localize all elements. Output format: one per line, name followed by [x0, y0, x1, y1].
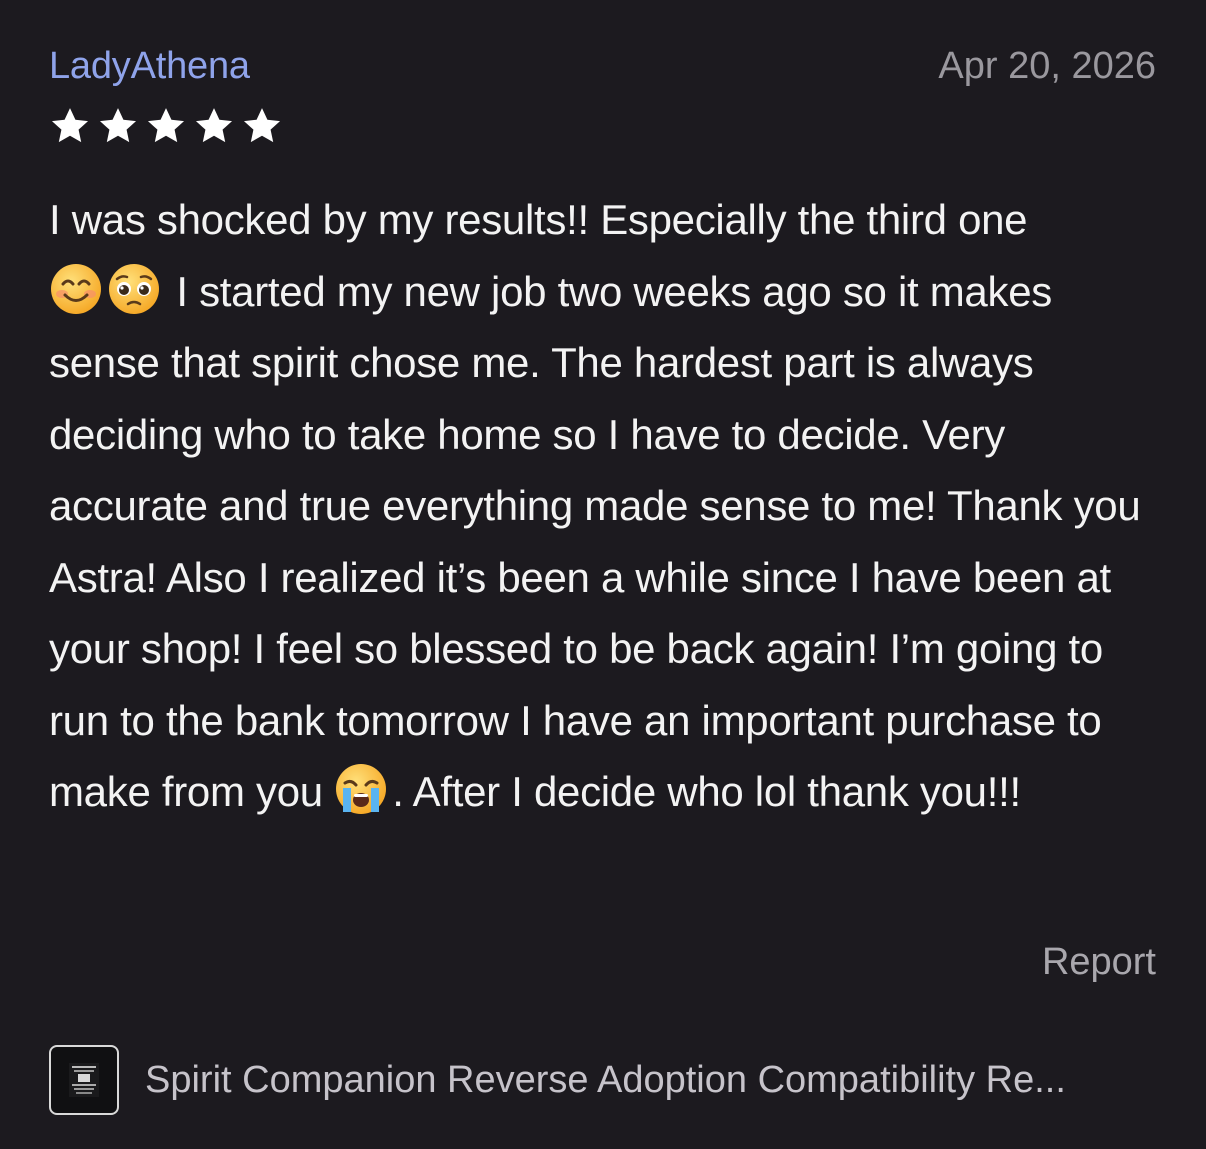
review-text-part: . After I decide who lol thank you!!!	[392, 768, 1021, 815]
review-body: I was shocked by my results!! Especially…	[49, 184, 1159, 828]
report-link[interactable]: Report	[1042, 938, 1156, 986]
product-thumbnail	[49, 1045, 119, 1115]
star-rating	[49, 105, 283, 147]
loudly-crying-face-emoji-icon	[336, 764, 387, 814]
review-date: Apr 20, 2026	[938, 45, 1156, 87]
review-card: LadyAthena Apr 20, 2026 I was shocked by…	[0, 0, 1206, 1149]
star-icon	[147, 108, 185, 143]
pleading-face-emoji-icon	[109, 263, 159, 314]
star-icon	[99, 108, 137, 143]
smiling-face-emoji-icon	[51, 263, 101, 314]
star-icon	[51, 108, 89, 143]
review-author[interactable]: LadyAthena	[49, 42, 250, 90]
product-title: Spirit Companion Reverse Adoption Compat…	[145, 1059, 1066, 1101]
review-text-part: I was shocked by my results!! Especially…	[49, 196, 1039, 243]
product-image-icon	[69, 1063, 99, 1097]
star-icon	[243, 108, 281, 143]
review-text-part: I started my new job two weeks ago so it…	[49, 267, 1150, 816]
star-icon	[195, 108, 233, 143]
product-link[interactable]: Spirit Companion Reverse Adoption Compat…	[49, 1045, 1159, 1115]
